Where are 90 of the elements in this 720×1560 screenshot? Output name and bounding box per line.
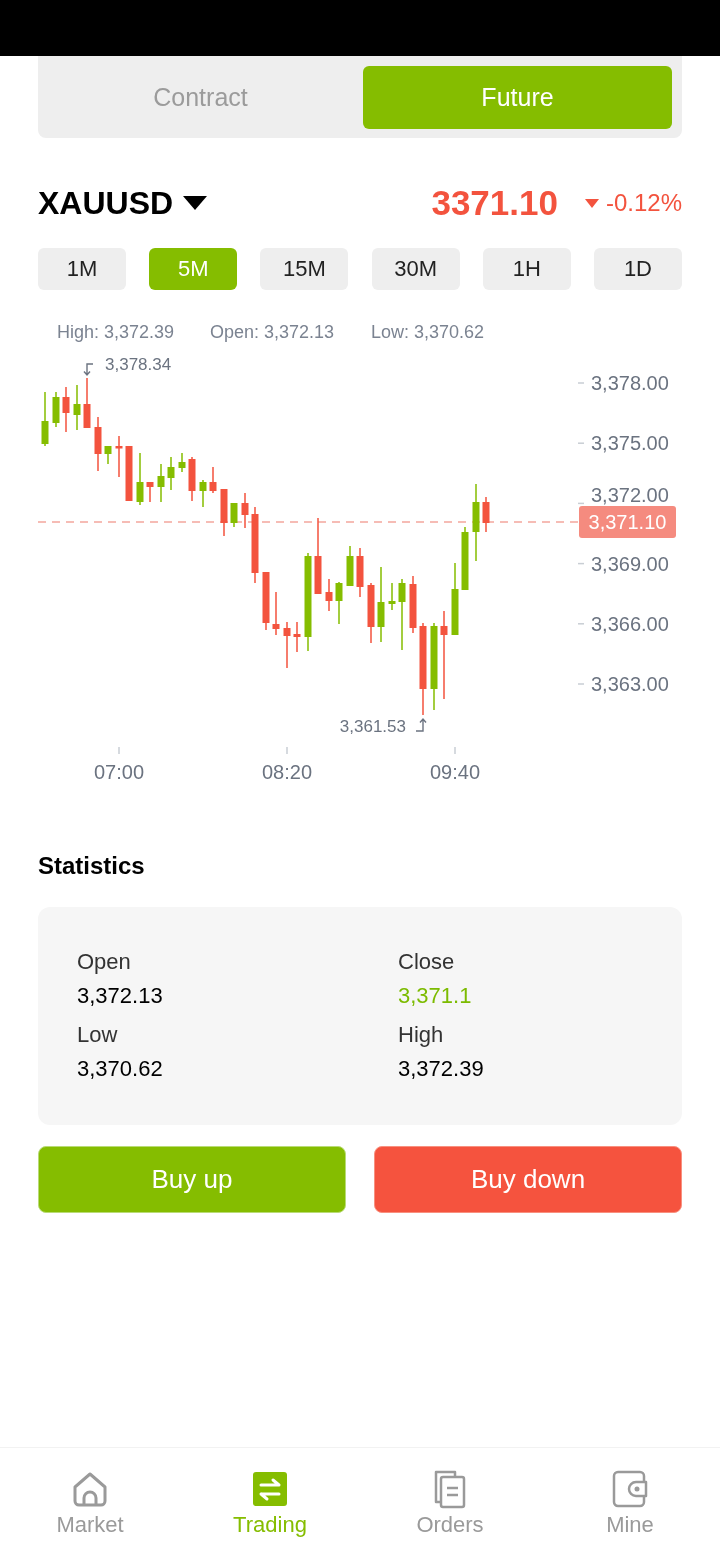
ohlc-reading: Open: 3,372.13 [210,322,335,342]
candlestick [94,417,102,471]
price-axis-label: 3,372.00 [591,484,669,506]
candlestick [293,622,301,652]
nav-item[interactable]: Orders [360,1448,540,1560]
candlestick [241,493,249,528]
ohlc-reading: High: 3,372.39 [57,322,175,342]
axis-tick [577,623,585,625]
tab[interactable]: Future [363,66,672,129]
ohlc-reading: Low: 3,370.62 [371,322,485,342]
interval-tab[interactable]: 30M [371,248,460,290]
axis-tick [286,746,288,755]
interval-tab[interactable]: 5M [149,248,238,290]
stat-label: Low [77,1021,118,1049]
buy-up-button[interactable]: Buy up [38,1146,346,1213]
bent-arrow-icon [415,717,427,732]
interval-tab[interactable]: 15M [260,248,349,290]
axis-tick [454,746,456,755]
last-price-tag: 3,371.10 [579,506,676,538]
candlestick [83,378,91,428]
caret-icon [183,196,208,210]
price-axis-label: 3,369.00 [591,552,669,575]
candlestick [115,436,123,477]
symbol-dropdown[interactable]: XAUUSD [38,181,208,225]
candlestick [125,446,133,501]
candlestick [41,392,49,446]
bent-arrow-icon [83,363,94,377]
price-axis-label: 3,375.00 [591,432,669,455]
nav-item[interactable]: Market [0,1448,180,1560]
candlestick [199,480,207,507]
axis-tick [577,562,585,565]
candlestick [262,572,270,630]
candlestick [356,548,364,597]
stat-value: 3,372.13 [77,982,163,1010]
candlestick [52,392,60,427]
tab[interactable]: Contract [46,66,355,129]
wallet-icon [610,1469,650,1509]
candlestick [367,583,375,643]
axis-tick [577,382,585,384]
stat-label: Open [77,948,131,976]
stat-value: 3,371.1 [398,982,472,1010]
stat-label: Close [398,948,455,976]
interval-tab[interactable]: 1H [482,248,571,290]
candlestick [146,482,154,502]
min-price-label: 3,361.53 [339,717,406,736]
axis-tick [577,442,585,444]
candlestick [62,387,70,432]
stat-label: High [398,1021,444,1049]
candlestick [209,467,217,493]
time-axis-label: 09:40 [429,761,481,783]
stat-value: 3,370.62 [77,1055,163,1083]
candlestick [167,457,175,490]
stat-value: 3,372.39 [398,1055,484,1083]
interval-tab[interactable]: 1M [38,248,126,290]
candlestick [104,446,112,464]
candlestick [398,579,406,650]
candlestick [230,503,238,527]
candlestick [272,592,280,635]
price-axis-label: 3,366.00 [591,612,669,635]
candlestick [188,457,196,501]
candlestick [73,385,81,430]
candlestick [220,489,228,536]
max-price-label: 3,378.34 [105,355,172,374]
time-axis-label: 07:00 [93,761,145,783]
candlestick [388,583,396,610]
candlestick [346,546,354,586]
interval-tab[interactable]: 1D [593,248,682,290]
swap-arrows-icon [250,1469,290,1509]
candlestick [335,582,343,624]
candlestick [409,576,417,633]
candlestick [283,622,291,668]
buy-down-button[interactable]: Buy down [374,1146,682,1213]
axis-tick [577,683,585,685]
nav-item[interactable]: Trading [180,1448,360,1560]
axis-tick [577,502,585,505]
candlestick [451,563,459,635]
price-change: -0.12% [605,189,682,217]
candlestick [157,464,165,502]
nav-item[interactable]: Mine [540,1448,720,1560]
axis-tick [118,746,120,755]
current-price: 3371.10 [431,183,558,223]
candlestick [178,453,186,472]
candlestick [136,453,144,505]
time-axis-label: 08:20 [261,761,313,783]
candlestick [461,527,469,590]
section-title: Statistics [38,851,145,881]
price-axis-label: 3,363.00 [591,673,669,695]
candlestick [482,497,490,532]
candlestick [325,579,333,611]
price-axis-label: 3,378.00 [591,372,669,394]
